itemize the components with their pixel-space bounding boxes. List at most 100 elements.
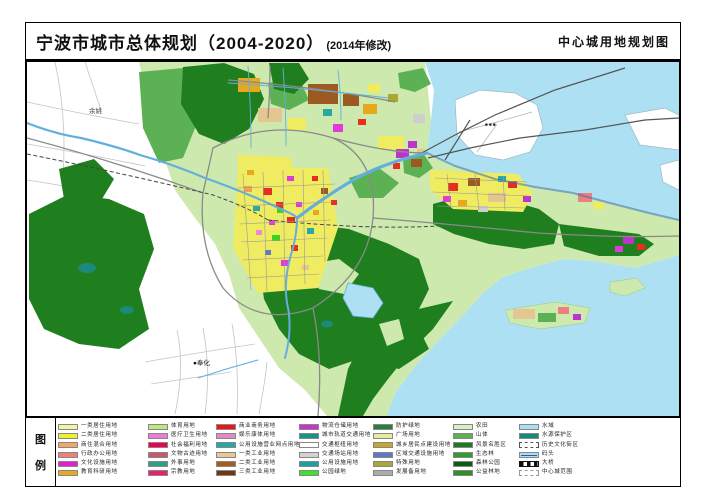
legend-item: 公益林地: [453, 470, 507, 476]
legend-item: 二类工业用地: [216, 460, 300, 467]
legend-swatch-solid: [373, 469, 393, 476]
legend-swatch-solid: [373, 451, 393, 458]
plan-sheet: 宁波市城市总体规划（2004-2020） (2014年修改) 中心城用地规划图: [0, 0, 707, 500]
title-bar: 宁波市城市总体规划（2004-2020） (2014年修改) 中心城用地规划图: [25, 22, 681, 60]
plan-title-group: 宁波市城市总体规划（2004-2020） (2014年修改): [36, 29, 391, 54]
legend-label: 宗教用地: [171, 469, 196, 476]
legend-label: 二类居住用地: [81, 432, 118, 439]
legend-swatch-solid: [148, 451, 168, 458]
legend-box: 图 例 一类居住用地 二类居住用地商住混合用地 行政办公用地 文化设施用地 教育科研用地…: [25, 417, 681, 487]
legend-label: 历史文化街区: [542, 441, 579, 448]
legend-item: 教育科研用地: [58, 470, 118, 476]
legend-swatch-solid: [453, 460, 473, 467]
legend-item: 生态林: [453, 451, 507, 458]
legend-column: 农田山体 风景名胜区生态林森林公园公益林地: [453, 424, 507, 479]
legend-label: 防护绿地: [396, 423, 421, 430]
legend-label: 体育用地: [171, 423, 196, 430]
legend-item: 广场用地: [373, 433, 451, 440]
legend-label: 公益林地: [476, 469, 501, 476]
legend-item: 山体: [453, 433, 507, 440]
legend-label: 森林公园: [476, 460, 501, 466]
legend-item: 大桥: [519, 460, 579, 467]
legend-swatch-solid: [58, 442, 78, 449]
legend-columns: 一类居住用地 二类居住用地商住混合用地 行政办公用地 文化设施用地 教育科研用地 体育用地…: [56, 424, 678, 484]
legend-item: 城市轨道交通用地: [299, 432, 371, 440]
legend-label: 公用设施用地: [322, 460, 359, 466]
legend-swatch-solid: [519, 433, 539, 440]
legend-swatch-solid: [373, 433, 393, 440]
legend-item: 医疗卫生用地: [148, 432, 208, 440]
legend-swatch-solid: [299, 469, 319, 476]
legend-label: 外事用地: [171, 460, 196, 466]
legend-item: 水源保护区: [519, 433, 579, 440]
legend-item: 外事用地: [148, 460, 208, 467]
legend-label: 公用设施营业网点用地: [239, 441, 301, 448]
legend-item: 商业商务用地: [216, 424, 300, 430]
legend-label: 交通枢纽用地: [322, 441, 359, 448]
legend-swatch-solid: [299, 460, 319, 467]
legend-label: 文物古迹用地: [171, 450, 208, 457]
legend-item: 宗教用地: [148, 470, 208, 476]
place-label-fenghua: ●奉化: [193, 358, 210, 367]
legend-swatch-solid: [216, 469, 236, 476]
legend-label: 文化设施用地: [81, 460, 118, 466]
legend-label: 医疗卫生用地: [171, 432, 208, 439]
legend-label: 城市轨道交通用地: [322, 432, 371, 439]
legend-swatch-solid: [216, 433, 236, 440]
legend-swatch-bridge: [519, 460, 539, 467]
legend-label: 公园绿地: [322, 469, 347, 476]
legend-column: 水域 水源保护区 历史文化街区 码头 大桥 中心城范围: [519, 424, 579, 479]
legend-swatch-solid: [216, 424, 236, 430]
legend-swatch-solid: [299, 451, 319, 458]
legend-swatch-solid: [58, 424, 78, 430]
legend-item: 社会福利用地: [148, 441, 208, 449]
legend-swatch-dashed: [519, 442, 539, 449]
legend-column: 商业商务用地 娱乐康体用地 公用设施营业网点用地 一类工业用地 二类工业用地 三类工业用地: [216, 424, 300, 479]
legend-label: 三类工业用地: [239, 469, 276, 476]
legend-label: 中心城范围: [542, 469, 573, 476]
legend-swatch-solid: [453, 451, 473, 458]
legend-item: 商住混合用地: [58, 442, 118, 449]
legend-swatch-solid: [299, 442, 319, 449]
legend-swatch-solid: [58, 433, 78, 440]
legend-label: 风景名胜区: [476, 441, 507, 448]
legend-swatch-solid: [299, 433, 319, 440]
legend-label: 社会福利用地: [171, 441, 208, 448]
legend-item: 物流仓储用地: [299, 424, 371, 430]
legend-item: 发展备用地: [373, 470, 451, 476]
legend-label: 行政办公用地: [81, 450, 118, 457]
legend-swatch-solid: [216, 442, 236, 449]
legend-column: 物流仓储用地城市轨道交通用地 交通枢纽用地 交通场站用地 公用设施用地 公园绿地: [299, 424, 371, 479]
legend-item: 防护绿地: [373, 424, 451, 430]
legend-swatch-solid: [453, 424, 473, 430]
land-use-map: ■ ■ ■ 余姚 ●奉化: [27, 62, 679, 416]
legend-item: 历史文化街区: [519, 441, 579, 449]
legend-swatch-solid: [148, 442, 168, 449]
legend-label: 商业商务用地: [239, 423, 276, 430]
legend-label: 教育科研用地: [81, 469, 118, 476]
legend-swatch-solid: [216, 451, 236, 458]
legend-title: 图 例: [26, 418, 56, 486]
legend-swatch-solid: [148, 433, 168, 440]
legend-label: 特殊用地: [396, 460, 421, 466]
legend-label: 一类居住用地: [81, 423, 118, 430]
legend-swatch-solid: [299, 424, 319, 430]
legend-item: 水域: [519, 424, 579, 430]
legend-swatch-solid: [58, 469, 78, 476]
legend-label: 水域: [542, 423, 555, 430]
legend-item: 风景名胜区: [453, 441, 507, 449]
legend-item: 交通枢纽用地: [299, 441, 371, 449]
legend-swatch-solid: [453, 442, 473, 449]
legend-item: 体育用地: [148, 424, 208, 430]
legend-label: 一类工业用地: [239, 450, 276, 457]
legend-swatch-solid: [58, 460, 78, 467]
legend-item: 公园绿地: [299, 470, 371, 476]
legend-label: 发展备用地: [396, 469, 427, 476]
legend-label: 交通场站用地: [322, 450, 359, 457]
legend-item: 农田: [453, 424, 507, 430]
legend-swatch-solid: [148, 469, 168, 476]
legend-swatch-solid: [373, 442, 393, 449]
legend-label: 农田: [476, 423, 489, 430]
legend-item: 交通场站用地: [299, 450, 371, 458]
legend-item: 特殊用地: [373, 460, 451, 467]
